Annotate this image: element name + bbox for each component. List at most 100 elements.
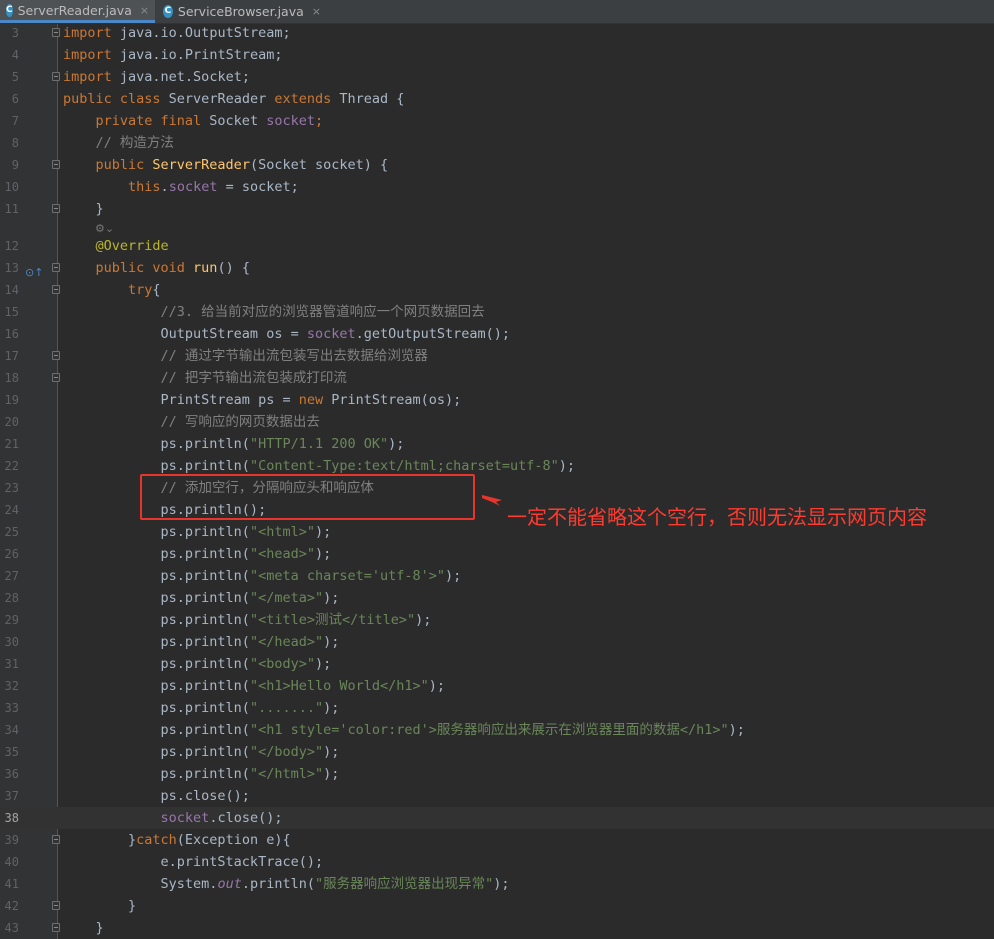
- code-token: ps.println(: [63, 700, 250, 716]
- code-line[interactable]: 3 import java.io.OutputStream;: [0, 22, 994, 44]
- line-number: 11: [4, 202, 19, 216]
- code-line[interactable]: 36 ps.println("</html>");: [0, 763, 994, 785]
- code-line[interactable]: 21 ps.println("HTTP/1.1 200 OK");: [0, 433, 994, 455]
- code-line[interactable]: 35 ps.println("</body>");: [0, 741, 994, 763]
- fold-icon[interactable]: [52, 923, 60, 932]
- code-token: OutputStream os =: [63, 326, 307, 342]
- code-token: ps.println(: [63, 678, 250, 694]
- line-number: 5: [11, 70, 19, 84]
- code-token: {: [152, 282, 161, 298]
- code-token: ps.println(: [63, 546, 250, 562]
- code-token: ps.println(: [63, 722, 250, 738]
- code-token: ps.println(: [63, 656, 250, 672]
- code-line[interactable]: 41 System.out.println("服务器响应浏览器出现异常");: [0, 873, 994, 895]
- code-line[interactable]: 29 ps.println("<title>测试</title>");: [0, 609, 994, 631]
- code-line[interactable]: 8 // 构造方法: [0, 132, 994, 154]
- code-line[interactable]: 42 }: [0, 895, 994, 917]
- code-line[interactable]: 20 // 写响应的网页数据出去: [0, 411, 994, 433]
- code-line[interactable]: 43 }: [0, 917, 994, 939]
- line-number: 13: [4, 261, 19, 275]
- code-line[interactable]: 18 // 把字节输出流包装成打印流: [0, 367, 994, 389]
- code-line[interactable]: 37 ps.close();: [0, 785, 994, 807]
- code-token: );: [445, 568, 462, 584]
- fold-icon[interactable]: [52, 835, 60, 844]
- code-token: ps.println(: [63, 766, 250, 782]
- code-comment: // 通过字节输出流包装写出去数据给浏览器: [63, 348, 428, 364]
- code-token: socket: [266, 113, 315, 129]
- code-string: "</html>": [249, 766, 324, 782]
- code-token: java.io.PrintStream;: [111, 47, 283, 63]
- code-token: );: [323, 700, 340, 716]
- code-token: extends: [274, 91, 332, 107]
- code-line[interactable]: 12 @Override: [0, 235, 994, 257]
- line-number: 10: [4, 180, 19, 194]
- code-string: ".......": [249, 700, 324, 716]
- line-number: 23: [4, 481, 19, 495]
- code-line[interactable]: 17 // 通过字节输出流包装写出去数据给浏览器: [0, 345, 994, 367]
- annotation-highlight-box: [140, 474, 475, 520]
- code-line[interactable]: 13 ⊙↑ public void run() {: [0, 257, 994, 279]
- line-number: 41: [4, 877, 19, 891]
- code-string: "<h1 style='color:red'>服务器响应出来展示在浏览器里面的数…: [249, 722, 729, 738]
- code-token: () {: [217, 260, 250, 276]
- code-token: ServerReader: [160, 91, 275, 107]
- line-number: 7: [11, 114, 19, 128]
- code-string: "<title>测试</title>": [249, 612, 416, 628]
- code-token: .: [160, 179, 169, 195]
- close-icon[interactable]: ×: [140, 4, 149, 17]
- code-token: socket: [306, 326, 356, 342]
- tab-service-browser[interactable]: C ServiceBrowser.java ×: [157, 0, 327, 23]
- code-line[interactable]: 7 private final Socket socket;: [0, 110, 994, 132]
- code-line[interactable]: 30 ps.println("</head>");: [0, 631, 994, 653]
- code-line-current[interactable]: 38 socket.close();: [0, 807, 994, 829]
- code-line[interactable]: 31 ps.println("<body>");: [0, 653, 994, 675]
- fold-icon[interactable]: [52, 285, 60, 294]
- code-token: );: [323, 766, 340, 782]
- tab-server-reader[interactable]: C ServerReader.java ×: [0, 0, 155, 23]
- code-line[interactable]: 28 ps.println("</meta>");: [0, 587, 994, 609]
- code-line[interactable]: 5 import java.net.Socket;: [0, 66, 994, 88]
- fold-icon[interactable]: [52, 901, 60, 910]
- code-token: );: [314, 546, 332, 562]
- code-comment: //3. 给当前对应的浏览器管道响应一个网页数据回去: [63, 304, 485, 320]
- fold-icon[interactable]: [52, 28, 60, 37]
- fold-icon[interactable]: [52, 373, 60, 382]
- code-line[interactable]: 33 ps.println(".......");: [0, 697, 994, 719]
- line-number: 38: [4, 811, 19, 825]
- code-string: "<body>": [249, 656, 315, 672]
- code-line[interactable]: 9 public ServerReader(Socket socket) {: [0, 154, 994, 176]
- code-line[interactable]: 16 OutputStream os = socket.getOutputStr…: [0, 323, 994, 345]
- code-line[interactable]: 27 ps.println("<meta charset='utf-8'>");: [0, 565, 994, 587]
- code-token: import: [63, 69, 112, 85]
- code-line[interactable]: 10 this.socket = socket;: [0, 176, 994, 198]
- code-line[interactable]: 34 ps.println("<h1 style='color:red'>服务器…: [0, 719, 994, 741]
- code-line[interactable]: 19 PrintStream ps = new PrintStream(os);: [0, 389, 994, 411]
- line-number: 6: [11, 92, 19, 106]
- code-line[interactable]: 15 //3. 给当前对应的浏览器管道响应一个网页数据回去: [0, 301, 994, 323]
- fold-icon[interactable]: [52, 204, 60, 213]
- code-line[interactable]: 26 ps.println("<head>");: [0, 543, 994, 565]
- fold-icon[interactable]: [52, 72, 60, 81]
- code-line[interactable]: 39 }catch(Exception e){: [0, 829, 994, 851]
- code-line[interactable]: 4 import java.io.PrintStream;: [0, 44, 994, 66]
- code-line[interactable]: 32 ps.println("<h1>Hello World</h1>");: [0, 675, 994, 697]
- line-number: 14: [4, 283, 19, 297]
- code-token: }: [63, 920, 104, 936]
- code-token: );: [388, 436, 405, 452]
- code-line[interactable]: 40 e.printStackTrace();: [0, 851, 994, 873]
- fold-icon[interactable]: [52, 263, 60, 272]
- code-line[interactable]: 11 }: [0, 198, 994, 220]
- code-line[interactable]: 6 public class ServerReader extends Threa…: [0, 88, 994, 110]
- code-line[interactable]: 14 try{: [0, 279, 994, 301]
- code-token: }: [63, 201, 104, 217]
- code-token: PrintStream ps =: [63, 392, 299, 408]
- line-number: 16: [4, 327, 19, 341]
- code-token: ServerReader: [144, 157, 250, 173]
- code-token: );: [428, 678, 446, 694]
- close-icon[interactable]: ×: [312, 5, 321, 18]
- annotation-callout: 一定不能省略这个空行，否则无法显示网页内容: [507, 505, 927, 529]
- fold-icon[interactable]: [52, 160, 60, 169]
- code-token: this: [63, 179, 161, 195]
- fold-icon[interactable]: [52, 351, 60, 360]
